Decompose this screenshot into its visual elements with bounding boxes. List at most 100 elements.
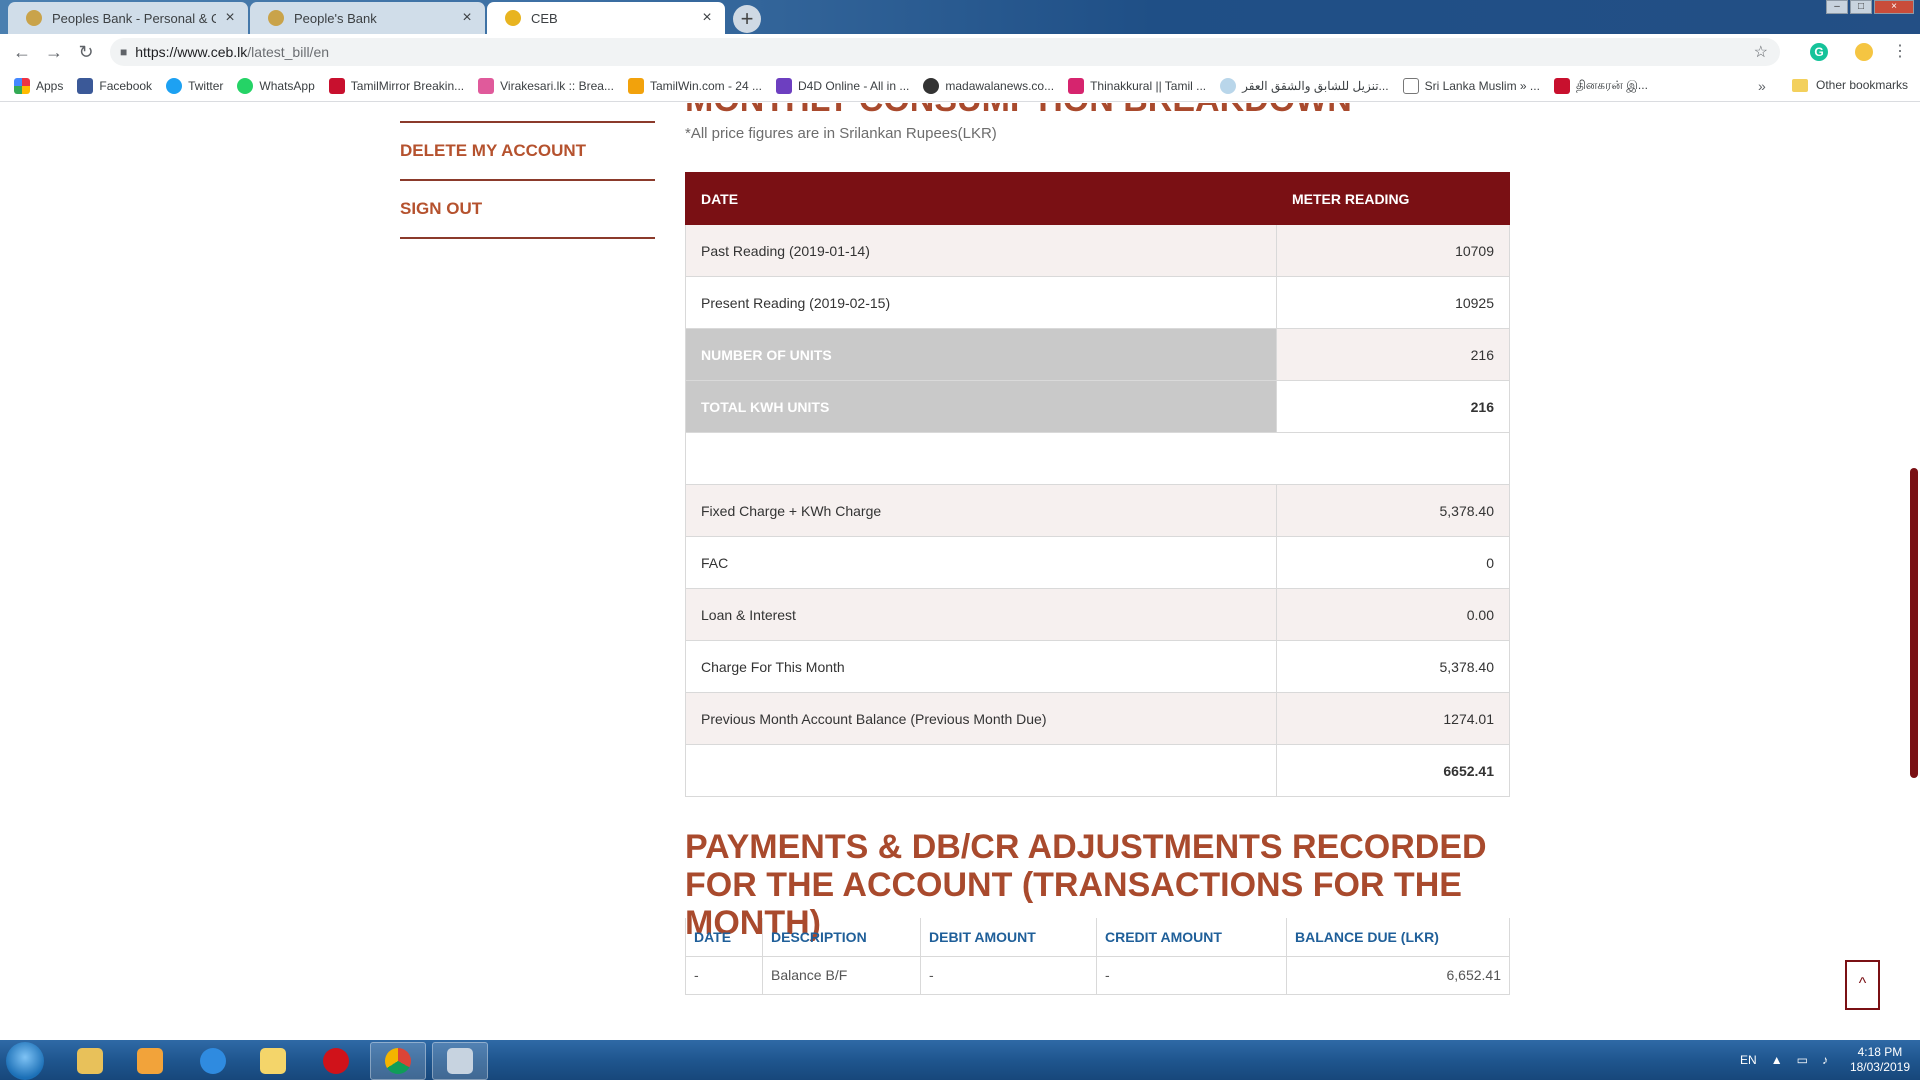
row-label: Previous Month Account Balance (Previous…: [685, 692, 1277, 745]
chrome-taskbar-icon[interactable]: [370, 1042, 426, 1080]
folder-icon: [1792, 78, 1808, 92]
tamilwin-icon: [627, 77, 644, 94]
row-label: [685, 744, 1277, 797]
row-label: Past Reading (2019-01-14): [685, 224, 1277, 277]
show-hidden-icons-icon[interactable]: ▲: [1771, 1053, 1783, 1067]
account-sidebar: DELETE MY ACCOUNT SIGN OUT: [400, 121, 655, 239]
bookmark-twitter[interactable]: Twitter: [166, 77, 223, 94]
virakesari-icon: [478, 77, 495, 94]
table-row-total: 6652.41: [685, 744, 1510, 797]
browser-menu-icon[interactable]: ⋮: [1892, 41, 1908, 61]
close-tab-icon[interactable]: ×: [222, 9, 238, 27]
mail-icon: [260, 1048, 286, 1074]
clock[interactable]: 4:18 PM 18/03/2019: [1850, 1045, 1910, 1075]
scroll-to-top-button[interactable]: ^: [1845, 960, 1880, 1010]
tx-credit: -: [1096, 955, 1287, 995]
window-controls: – □ ×: [1826, 0, 1914, 14]
new-tab-button[interactable]: +: [733, 5, 761, 33]
opera-taskbar-icon[interactable]: [308, 1042, 364, 1080]
row-value: 1274.01: [1276, 692, 1510, 745]
tx-debit: -: [920, 955, 1097, 995]
description-column-header: DESCRIPTION: [762, 918, 921, 957]
bill-section-heading: MONTHLY CONSUMPTION BREAKDOWN: [685, 103, 1352, 120]
bookmarks-bar: Apps Facebook Twitter WhatsApp TamilMirr…: [0, 70, 1920, 102]
url-path: /latest_bill/en: [247, 44, 330, 60]
bookmark-srilankamuslim[interactable]: Sri Lanka Muslim » ...: [1402, 77, 1540, 94]
bookmark-thinakkural[interactable]: Thinakkural || Tamil ...: [1068, 77, 1206, 94]
bookmark-madawalanews[interactable]: madawalanews.co...: [923, 77, 1054, 94]
table-row: Loan & Interest 0.00: [685, 588, 1510, 641]
bookmark-d4d-online[interactable]: D4D Online - All in ...: [775, 77, 909, 94]
profile-avatar[interactable]: [1855, 43, 1873, 61]
tab-ceb[interactable]: CEB ×: [487, 2, 725, 34]
network-icon[interactable]: ▭: [1797, 1053, 1808, 1067]
language-indicator[interactable]: EN: [1740, 1053, 1757, 1067]
tab-title: CEB: [531, 10, 558, 26]
tamilmirror-icon: [328, 77, 345, 94]
forward-arrow-icon[interactable]: →: [38, 42, 70, 63]
row-label: TOTAL KWH UNITS: [685, 380, 1277, 433]
bookmark-virakesari[interactable]: Virakesari.lk :: Brea...: [478, 77, 614, 94]
opera-icon: [323, 1048, 349, 1074]
bookmark-tamilwin[interactable]: TamilWin.com - 24 ...: [627, 77, 762, 94]
sign-out-link[interactable]: SIGN OUT: [400, 181, 655, 239]
row-label: NUMBER OF UNITS: [685, 328, 1277, 381]
bookmark-dinakaran[interactable]: தினகரன் இ...: [1553, 77, 1648, 94]
cloud-icon: [1220, 77, 1237, 94]
minimize-icon[interactable]: –: [1826, 0, 1848, 14]
file-explorer-taskbar-icon[interactable]: [62, 1042, 118, 1080]
volume-icon[interactable]: ♪: [1822, 1053, 1828, 1067]
dinakaran-icon: [1553, 77, 1570, 94]
delete-account-link[interactable]: DELETE MY ACCOUNT: [400, 123, 655, 181]
system-tray: EN ▲ ▭ ♪ 4:18 PM 18/03/2019: [1740, 1040, 1910, 1080]
bookmark-apps[interactable]: Apps: [14, 77, 63, 94]
close-tab-icon[interactable]: ×: [459, 9, 475, 27]
date-column-header: DATE: [685, 918, 763, 957]
tab-peoples-bank-corporate[interactable]: Peoples Bank - Personal & Corpo ×: [8, 2, 248, 34]
other-bookmarks[interactable]: Other bookmarks: [1792, 78, 1908, 92]
maximize-icon[interactable]: □: [1850, 0, 1872, 14]
balance-column-header: BALANCE DUE (LKR): [1286, 918, 1510, 957]
calculator-taskbar-icon[interactable]: [432, 1042, 488, 1080]
bookmark-star-icon[interactable]: ☆: [1754, 42, 1768, 62]
whatsapp-icon: [237, 77, 254, 94]
apps-grid-icon: [14, 77, 30, 94]
d4d-icon: [775, 77, 792, 94]
credit-column-header: CREDIT AMOUNT: [1096, 918, 1287, 957]
page-scrollbar[interactable]: [1910, 468, 1918, 778]
media-player-taskbar-icon[interactable]: [122, 1042, 178, 1080]
close-tab-icon[interactable]: ×: [699, 9, 715, 27]
total-value: 6652.41: [1276, 744, 1510, 797]
address-bar[interactable]: ■ https://www.ceb.lk/latest_bill/en ☆: [110, 38, 1780, 66]
calculator-icon: [447, 1048, 473, 1074]
table-row: Fixed Charge + KWh Charge 5,378.40: [685, 484, 1510, 537]
consumption-table: DATE METER READING Past Reading (2019-01…: [685, 172, 1510, 797]
tab-peoples-bank[interactable]: People's Bank ×: [250, 2, 485, 34]
twitter-icon: [166, 77, 183, 94]
url-host: https://www.ceb.lk: [135, 44, 248, 60]
table-row: Previous Month Account Balance (Previous…: [685, 692, 1510, 745]
bookmark-facebook[interactable]: Facebook: [77, 77, 152, 94]
table-row: Charge For This Month 5,378.40: [685, 640, 1510, 693]
mail-taskbar-icon[interactable]: [245, 1042, 301, 1080]
facebook-icon: [77, 77, 94, 94]
tx-date: -: [685, 955, 763, 995]
internet-explorer-taskbar-icon[interactable]: [185, 1042, 241, 1080]
more-bookmarks-chevron-icon[interactable]: »: [1758, 78, 1766, 94]
row-label: Fixed Charge + KWh Charge: [685, 484, 1277, 537]
bookmark-whatsapp[interactable]: WhatsApp: [237, 77, 315, 94]
back-arrow-icon[interactable]: ←: [6, 42, 38, 63]
page-content: MONTHLY CONSUMPTION BREAKDOWN DELETE MY …: [0, 103, 1920, 1040]
table-row: TOTAL KWH UNITS 216: [685, 380, 1510, 433]
grammarly-extension-icon[interactable]: G: [1810, 43, 1828, 61]
bookmark-tamilmirror[interactable]: TamilMirror Breakin...: [328, 77, 464, 94]
row-label: FAC: [685, 536, 1277, 589]
row-value: 0.00: [1276, 588, 1510, 641]
table-header-row: DATE METER READING: [685, 172, 1510, 225]
row-value: 216: [1276, 328, 1510, 381]
bookmark-arabic-site[interactable]: تنزيل للشابق والشقق العقر...: [1220, 77, 1389, 94]
start-button[interactable]: [6, 1042, 44, 1080]
close-window-icon[interactable]: ×: [1874, 0, 1914, 14]
table-row: NUMBER OF UNITS 216: [685, 328, 1510, 381]
reload-icon[interactable]: ↻: [70, 42, 102, 63]
